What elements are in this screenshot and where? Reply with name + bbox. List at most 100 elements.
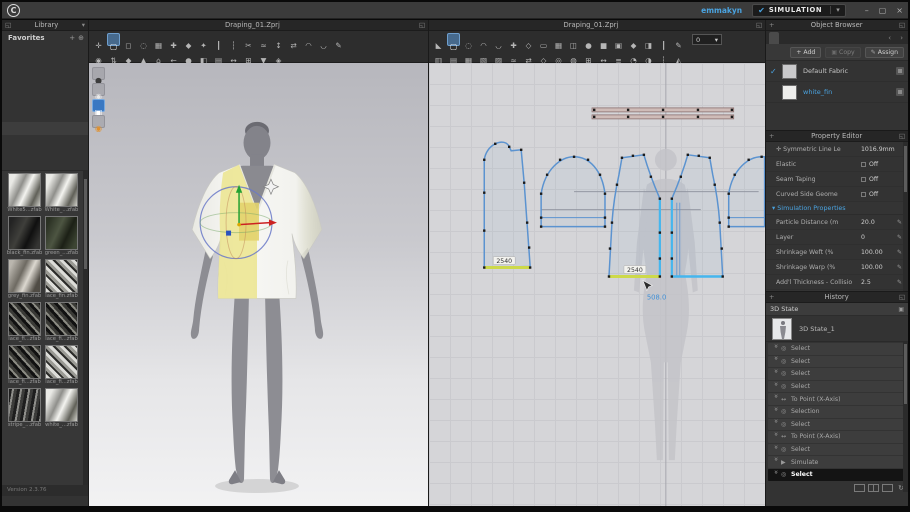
- simulation-button[interactable]: ✔ SIMULATION ▾: [752, 4, 846, 17]
- property-row[interactable]: Shrinkage Weft (% 100.00 ✎: [766, 245, 908, 260]
- collapse-icon[interactable]: »: [772, 356, 780, 366]
- history-entry[interactable]: » ◎ Select: [768, 419, 906, 431]
- property-value[interactable]: 100.00: [861, 264, 883, 271]
- tool-swap[interactable]: ⇄: [287, 33, 300, 46]
- object-browser-tab[interactable]: [799, 32, 809, 44]
- sidebar-item-favorites[interactable]: Favorites + ⊕: [2, 31, 88, 44]
- property-value[interactable]: 2.5: [861, 279, 871, 286]
- pattern-canvas[interactable]: 2540: [429, 63, 765, 506]
- collapse-icon[interactable]: »: [772, 457, 780, 467]
- tool-pin-box[interactable]: ✦: [197, 33, 210, 46]
- tool-transform-pattern[interactable]: ▢: [447, 33, 460, 46]
- pattern-back-panel[interactable]: 2540: [483, 142, 531, 269]
- simulation-properties-section[interactable]: ▾ Simulation Properties: [766, 202, 908, 215]
- tool-select-mesh[interactable]: ▦: [152, 33, 165, 46]
- tool-notch[interactable]: ◆: [627, 33, 640, 46]
- avatar-display-toggle[interactable]: ◉: [92, 115, 105, 128]
- object-browser-tab[interactable]: [779, 32, 789, 44]
- library-scrollbar[interactable]: [83, 171, 88, 485]
- show-garment-toggle[interactable]: ●: [92, 67, 105, 80]
- copy-fabric-button[interactable]: ▣Copy: [825, 47, 860, 58]
- tabs-scroll-left-icon[interactable]: ‹: [886, 34, 893, 42]
- fabric-swatch[interactable]: White_...zfab: [43, 172, 80, 213]
- fabric-thumbnail[interactable]: [8, 388, 41, 422]
- library-category[interactable]: [2, 135, 88, 148]
- history-entry[interactable]: » ◎ Selection: [768, 406, 906, 418]
- tool-flip[interactable]: ◑: [642, 48, 655, 61]
- tool-sew-4[interactable]: ▧: [477, 48, 490, 61]
- 3d-viewport[interactable]: ●◉▣◉: [89, 63, 428, 506]
- tool-sew-1[interactable]: ▥: [432, 48, 445, 61]
- tool-circle[interactable]: ●: [582, 33, 595, 46]
- 3d-state-thumbnail[interactable]: [772, 318, 792, 340]
- tool-arrow[interactable]: ←: [167, 48, 180, 61]
- tool-edit-sew[interactable]: ↔: [597, 48, 610, 61]
- view-single-icon[interactable]: [854, 484, 865, 492]
- panel-dock-icon[interactable]: ◱: [896, 21, 908, 29]
- state-options-icon[interactable]: ▣: [898, 306, 904, 313]
- tool-scene[interactable]: ⌂: [152, 48, 165, 61]
- tool-button[interactable]: ◎: [552, 48, 565, 61]
- 3d-state-header[interactable]: 3D State ▣: [766, 303, 908, 316]
- show-pattern-toggle[interactable]: ▣: [92, 99, 105, 112]
- tool-merge[interactable]: ≡: [612, 48, 625, 61]
- pattern-sleeve-left[interactable]: [540, 156, 606, 228]
- tool-scissors[interactable]: ✂: [242, 33, 255, 46]
- fabric-thumbnail[interactable]: [45, 259, 78, 293]
- panel-dock-icon[interactable]: ◱: [2, 21, 14, 29]
- panel-dock-icon[interactable]: ◱: [416, 21, 428, 29]
- collapse-icon[interactable]: »: [772, 470, 780, 480]
- fabric-swatch[interactable]: White5...zfab: [6, 172, 43, 213]
- tool-sew-5[interactable]: ▨: [492, 48, 505, 61]
- tool-fold[interactable]: ◭: [672, 48, 685, 61]
- view-split-icon[interactable]: [868, 484, 879, 492]
- fabric-thumbnail[interactable]: [45, 302, 78, 336]
- tool-elastic[interactable]: ≈: [257, 33, 270, 46]
- property-editor-scrollbar[interactable]: [903, 142, 908, 291]
- tool-zipper[interactable]: ⊞: [582, 48, 595, 61]
- history-entry[interactable]: » ▶ Simulate: [768, 456, 906, 468]
- add-folder-icon[interactable]: ⊕: [75, 34, 84, 42]
- tabs-scroll-right-icon[interactable]: ›: [898, 34, 905, 42]
- tool-transform[interactable]: ◣: [432, 33, 445, 46]
- history-entry[interactable]: » ◎ Select: [768, 356, 906, 368]
- tool-edit-curve[interactable]: ◠: [477, 33, 490, 46]
- tool-grid-snap[interactable]: ⊞: [242, 48, 255, 61]
- tool-pleat[interactable]: ◔: [627, 48, 640, 61]
- fabric-thumbnail[interactable]: [45, 173, 78, 207]
- fabric-thumbnail[interactable]: [8, 259, 41, 293]
- tool-select-lasso[interactable]: ◌: [137, 33, 150, 46]
- checkbox[interactable]: [861, 162, 866, 167]
- fabric-thumbnail[interactable]: [8, 345, 41, 379]
- property-value[interactable]: 100.00: [861, 249, 883, 256]
- collapse-icon[interactable]: »: [772, 407, 780, 417]
- history-entry[interactable]: » ↔ To Point (X-Axis): [768, 393, 906, 405]
- history-entry[interactable]: » ↔ To Point (X-Axis): [768, 431, 906, 443]
- fabric-library-list[interactable]: White5...zfab White_...zfab black_fin.zf…: [2, 171, 88, 485]
- tool-free-sew[interactable]: ≈: [507, 48, 520, 61]
- check-icon[interactable]: ✓: [770, 67, 782, 76]
- property-row[interactable]: Shrinkage Warp (% 100.00 ✎: [766, 260, 908, 275]
- 3d-state-item[interactable]: 3D State_1: [766, 316, 908, 342]
- tool-camera[interactable]: ◈: [272, 48, 285, 61]
- panel-dock-icon[interactable]: ◱: [753, 21, 765, 29]
- fabric-usage-badge[interactable]: [896, 88, 904, 96]
- add-favorite-icon[interactable]: +: [66, 34, 75, 42]
- tool-wind[interactable]: ●: [182, 48, 195, 61]
- tool-sew-3[interactable]: ▦: [462, 48, 475, 61]
- fabric-thumbnail[interactable]: [45, 216, 78, 250]
- collapse-panel-icon[interactable]: +: [766, 132, 777, 140]
- collapse-icon[interactable]: »: [772, 445, 780, 455]
- tool-move-h[interactable]: ↔: [227, 48, 240, 61]
- tool-edit[interactable]: ✎: [332, 33, 345, 46]
- fabric-swatch[interactable]: black_fin.zfab: [6, 215, 43, 256]
- tool-measure[interactable]: ▲: [137, 48, 150, 61]
- tool-light[interactable]: ◧: [197, 48, 210, 61]
- object-browser-tab[interactable]: [769, 32, 779, 44]
- property-row[interactable]: ✛ Symmetric Line Le 1016.9mm ✎: [766, 142, 908, 157]
- library-category[interactable]: [2, 83, 88, 96]
- library-category[interactable]: [2, 70, 88, 83]
- tool-tack[interactable]: ◆: [182, 33, 195, 46]
- tool-free-sewing[interactable]: ┆: [227, 33, 240, 46]
- library-category[interactable]: [2, 148, 88, 161]
